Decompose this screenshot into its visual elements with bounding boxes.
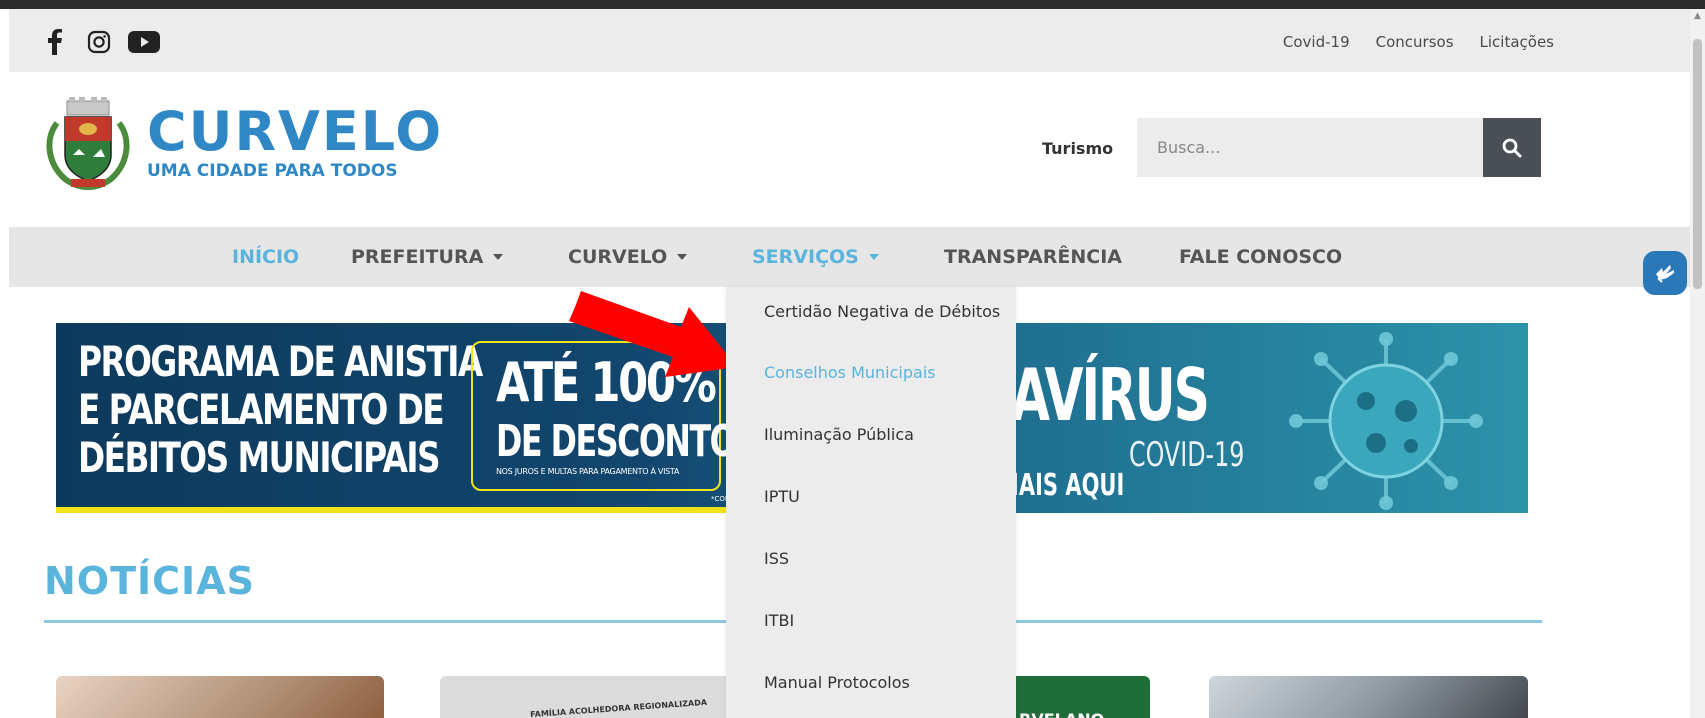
- nav-item-label: TRANSPARÊNCIA: [944, 246, 1122, 268]
- turismo-link[interactable]: Turismo: [1042, 139, 1113, 158]
- news-card-vet[interactable]: [56, 676, 384, 718]
- top-bar: Covid-19 Concursos Licitações: [9, 9, 1690, 72]
- covid-label: COVID-19: [1129, 435, 1245, 475]
- brand-text: CURVELO UMA CIDADE PARA TODOS: [147, 100, 444, 182]
- top-link-licitacoes[interactable]: Licitações: [1480, 33, 1554, 51]
- nav-item-servicos[interactable]: SERVIÇOS: [752, 246, 879, 268]
- coronavirus-title: AVÍRUS: [1011, 353, 1210, 437]
- search-button[interactable]: [1483, 118, 1541, 177]
- dropdown-item-iss[interactable]: ISS: [764, 549, 789, 568]
- oficiais-aqui-label: IAIS AQUI: [1011, 468, 1125, 503]
- dropdown-item-iluminacao[interactable]: Iluminação Pública: [764, 425, 914, 444]
- dropdown-item-iptu[interactable]: IPTU: [764, 487, 800, 506]
- nav-item-inicio[interactable]: INÍCIO: [232, 246, 299, 268]
- nav-item-curvelo[interactable]: CURVELO: [568, 246, 688, 268]
- servicos-dropdown-menu: Certidão Negativa de Débitos Conselhos M…: [726, 287, 1016, 718]
- discount-label-text: DE DESCONTO: [496, 416, 737, 467]
- nav-item-transparencia[interactable]: TRANSPARÊNCIA: [944, 246, 1122, 268]
- youtube-icon[interactable]: [126, 28, 162, 56]
- news-card-meeting[interactable]: [1209, 676, 1528, 718]
- nav-item-label: INÍCIO: [232, 246, 300, 268]
- card-text: RVELANO: [1019, 710, 1104, 718]
- dropdown-item-itbi[interactable]: ITBI: [764, 611, 794, 630]
- site-logo[interactable]: CURVELO UMA CIDADE PARA TODOS: [43, 93, 443, 193]
- sign-language-icon: [1656, 265, 1674, 283]
- chevron-down-icon: [493, 254, 504, 260]
- banner-line: E PARCELAMENTO DE: [78, 385, 445, 434]
- accessibility-button[interactable]: [1643, 251, 1687, 295]
- chevron-down-icon: [868, 254, 879, 260]
- top-link-concursos[interactable]: Concursos: [1376, 33, 1454, 51]
- banner-yellow-stripe: [56, 507, 746, 513]
- nav-item-label: CURVELO: [568, 246, 668, 268]
- red-arrow-annotation: [569, 291, 737, 377]
- nav-item-label: FALE CONOSCO: [1179, 246, 1343, 268]
- dropdown-item-manual-protocolos[interactable]: Manual Protocolos: [764, 673, 910, 692]
- facebook-icon[interactable]: [41, 28, 69, 56]
- search-icon: [1502, 138, 1522, 157]
- news-section-title: NOTÍCIAS: [44, 559, 255, 603]
- virus-icon: [1289, 332, 1483, 510]
- banner-line: DÉBITOS MUNICIPAIS: [78, 433, 441, 482]
- dropdown-item-certidao[interactable]: Certidão Negativa de Débitos: [764, 302, 1000, 321]
- top-links: Covid-19 Concursos Licitações: [1283, 33, 1554, 51]
- search-input[interactable]: [1137, 118, 1483, 177]
- scrollbar-thumb[interactable]: [1693, 39, 1702, 289]
- banner-left-text: PROGRAMA DE ANISTIA E PARCELAMENTO DE DÉ…: [78, 337, 483, 482]
- web-page: Covid-19 Concursos Licitações CURVELO UM…: [9, 9, 1690, 718]
- top-link-covid[interactable]: Covid-19: [1283, 33, 1350, 51]
- discount-label: DE DESCONTO*: [496, 416, 743, 467]
- nav-item-fale-conosco[interactable]: FALE CONOSCO: [1179, 246, 1342, 268]
- nav-item-label: PREFEITURA: [351, 246, 484, 268]
- browser-viewport: Covid-19 Concursos Licitações CURVELO UM…: [0, 0, 1705, 718]
- banner-line: PROGRAMA DE ANISTIA: [78, 337, 483, 386]
- page-scrollbar[interactable]: ▲: [1690, 9, 1705, 718]
- news-card-familia[interactable]: FAMÍLIA ACOLHEDORA REGIONALIZADA: [440, 676, 740, 718]
- browser-top-edge: [0, 0, 1705, 9]
- nav-item-prefeitura[interactable]: PREFEITURA: [351, 246, 504, 268]
- discount-fine-print: NOS JUROS E MULTAS PARA PAGAMENTO À VIST…: [496, 467, 680, 476]
- nav-item-label: SERVIÇOS: [752, 246, 859, 268]
- scroll-up-icon[interactable]: ▲: [1693, 11, 1702, 21]
- brand-title: CURVELO: [147, 100, 444, 163]
- coat-of-arms-icon: [46, 97, 130, 190]
- brand-subtitle: UMA CIDADE PARA TODOS: [147, 161, 398, 181]
- card-text: FAMÍLIA ACOLHEDORA REGIONALIZADA: [529, 697, 708, 718]
- main-nav: INÍCIO PREFEITURA CURVELO SERVIÇOS TRANS…: [9, 227, 1690, 287]
- dropdown-item-conselhos[interactable]: Conselhos Municipais: [764, 363, 936, 382]
- chevron-down-icon: [677, 254, 688, 260]
- instagram-icon[interactable]: [85, 28, 113, 56]
